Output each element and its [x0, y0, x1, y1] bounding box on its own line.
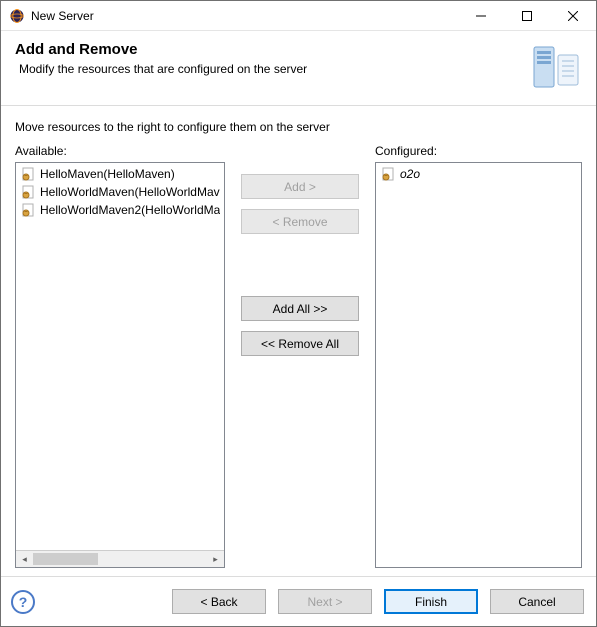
- wizard-footer: ? < Back Next > Finish Cancel: [1, 576, 596, 626]
- module-icon: [20, 184, 36, 200]
- scroll-right-icon[interactable]: ▸: [207, 551, 224, 567]
- eclipse-icon: [9, 8, 25, 24]
- window-title: New Server: [31, 9, 94, 23]
- close-button[interactable]: [550, 1, 596, 31]
- module-icon: [20, 166, 36, 182]
- minimize-button[interactable]: [458, 1, 504, 31]
- remove-button[interactable]: < Remove: [241, 209, 359, 234]
- cancel-button[interactable]: Cancel: [490, 589, 584, 614]
- finish-button[interactable]: Finish: [384, 589, 478, 614]
- help-icon: ?: [19, 594, 28, 610]
- add-button[interactable]: Add >: [241, 174, 359, 199]
- available-label: Available:: [15, 144, 225, 158]
- configured-list[interactable]: o2o: [375, 162, 582, 568]
- maximize-icon: [522, 11, 532, 21]
- scroll-thumb[interactable]: [33, 553, 98, 565]
- remove-all-button[interactable]: << Remove All: [241, 331, 359, 356]
- module-icon: [20, 202, 36, 218]
- configured-label: Configured:: [375, 144, 582, 158]
- list-item[interactable]: HelloMaven(HelloMaven): [16, 165, 224, 183]
- horizontal-scrollbar[interactable]: ◂ ▸: [16, 550, 224, 567]
- list-item[interactable]: o2o: [376, 165, 581, 183]
- available-item-label: HelloMaven(HelloMaven): [40, 167, 175, 181]
- available-item-label: HelloWorldMaven(HelloWorldMaven): [40, 185, 220, 199]
- next-button[interactable]: Next >: [278, 589, 372, 614]
- module-icon: [380, 166, 396, 182]
- title-bar: New Server: [1, 1, 596, 31]
- scroll-left-icon[interactable]: ◂: [16, 551, 33, 567]
- banner-subtitle: Modify the resources that are configured…: [19, 62, 524, 76]
- wizard-banner: Add and Remove Modify the resources that…: [1, 31, 596, 106]
- maximize-button[interactable]: [504, 1, 550, 31]
- available-item-label: HelloWorldMaven2(HelloWorldMaven2): [40, 203, 220, 217]
- content-area: Move resources to the right to configure…: [1, 106, 596, 576]
- server-banner-icon: [530, 41, 582, 93]
- list-item[interactable]: HelloWorldMaven(HelloWorldMaven): [16, 183, 224, 201]
- back-button[interactable]: < Back: [172, 589, 266, 614]
- dialog-window: New Server Add and Remove Modify the res…: [0, 0, 597, 627]
- add-all-button[interactable]: Add All >>: [241, 296, 359, 321]
- minimize-icon: [476, 11, 486, 21]
- banner-title: Add and Remove: [15, 41, 524, 58]
- available-list[interactable]: HelloMaven(HelloMaven) HelloWorldMaven(H…: [15, 162, 225, 568]
- instruction-text: Move resources to the right to configure…: [15, 120, 582, 134]
- list-item[interactable]: HelloWorldMaven2(HelloWorldMaven2): [16, 201, 224, 219]
- help-button[interactable]: ?: [11, 590, 35, 614]
- configured-item-label: o2o: [400, 167, 420, 181]
- close-icon: [568, 11, 578, 21]
